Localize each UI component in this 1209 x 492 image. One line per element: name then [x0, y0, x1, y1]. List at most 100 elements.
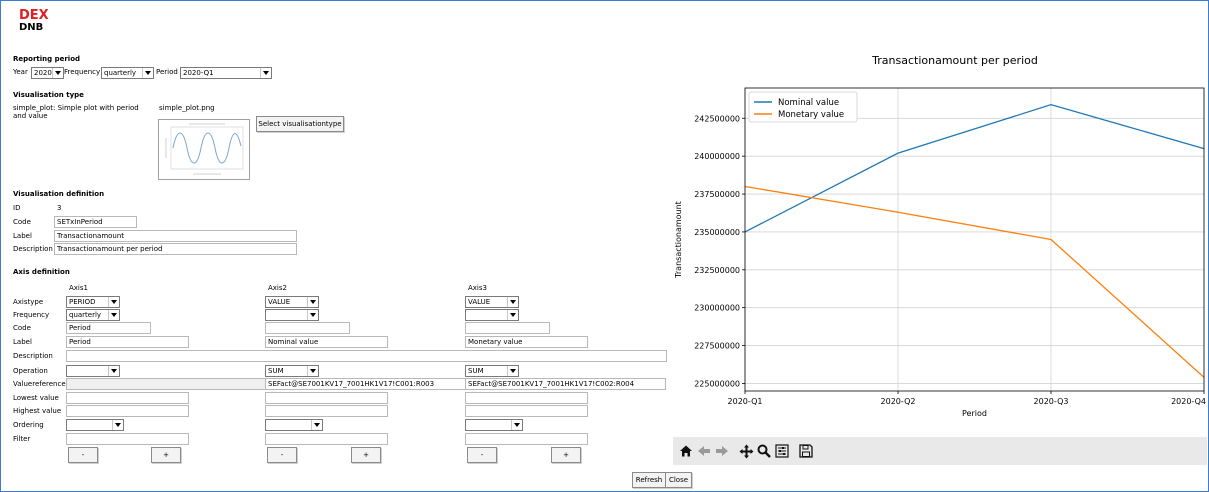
axis3-axistype-select[interactable]: VALUE [465, 296, 519, 308]
axis3-lowest-value-field[interactable] [465, 392, 588, 404]
axis3-label-field[interactable]: Monetary value [465, 336, 588, 348]
y-tick-label: 232500000 [694, 266, 740, 275]
code-row-label: Code [13, 324, 31, 332]
axis1-ordering-select[interactable] [66, 419, 124, 431]
subplots-config-icon[interactable] [773, 442, 791, 460]
sine-plot-icon [165, 123, 244, 175]
y-tick-label: 237500000 [694, 190, 740, 199]
chevron-down-icon [108, 366, 119, 376]
axis1-highest-value-field[interactable] [66, 405, 189, 417]
close-button[interactable]: Close [665, 472, 692, 488]
year-select-value: 2020 [34, 69, 52, 77]
chevron-down-icon [507, 310, 518, 320]
axis1-axistype-select[interactable]: PERIOD [66, 296, 120, 308]
axis1-title: Axis1 [69, 284, 88, 292]
axis2-filter-field[interactable] [265, 433, 388, 445]
id-label: ID [13, 204, 21, 212]
legend-label: Monetary value [778, 110, 844, 120]
label-row-label: Label [13, 338, 32, 346]
description-shared-field[interactable] [66, 350, 667, 362]
code-field[interactable]: SETxInPeriod [54, 216, 137, 228]
select-visualisationtype-button[interactable]: Select visualisationtype [256, 116, 344, 132]
description-row-label: Description [13, 352, 53, 360]
chevron-down-icon [307, 310, 318, 320]
axis2-operation-value: SUM [268, 367, 284, 375]
back-arrow-icon[interactable] [695, 442, 713, 460]
chart-title: Transactionamount per period [871, 54, 1038, 67]
visualisation-thumbnail [158, 119, 250, 180]
y-tick-label: 240000000 [694, 152, 740, 161]
y-tick-label: 225000000 [694, 379, 740, 388]
y-tick-label: 242500000 [694, 114, 740, 123]
chevron-down-icon [52, 68, 63, 78]
axis3-plus-button[interactable]: + [551, 447, 581, 463]
axis1-frequency-select[interactable]: quarterly [66, 309, 120, 321]
line-chart[interactable]: Transactionamount per period 22500000022… [673, 40, 1207, 436]
axis1-label-field[interactable]: Period [66, 336, 189, 348]
x-tick-label: 2020-Q2 [881, 397, 916, 406]
chevron-down-icon [108, 297, 119, 307]
frequency-select[interactable]: quarterly [101, 67, 154, 79]
y-tick-label: 235000000 [694, 228, 740, 237]
axis3-code-field[interactable] [465, 322, 550, 334]
axis3-filter-field[interactable] [465, 433, 588, 445]
y-tick-label: 230000000 [694, 304, 740, 313]
x-tick-label: 2020-Q3 [1034, 397, 1069, 406]
axis3-ordering-select[interactable] [465, 419, 523, 431]
chevron-down-icon [142, 68, 153, 78]
axis3-highest-value-field[interactable] [465, 405, 588, 417]
pan-icon[interactable] [737, 442, 755, 460]
chevron-down-icon [260, 68, 271, 78]
home-icon[interactable] [677, 442, 695, 460]
axis1-code-field[interactable]: Period [66, 322, 151, 334]
save-icon[interactable] [797, 442, 815, 460]
axis2-frequency-select[interactable] [265, 309, 319, 321]
x-tick-label: 2020-Q1 [728, 397, 763, 406]
axis1-minus-button[interactable]: - [68, 447, 98, 463]
axis2-code-field[interactable] [265, 322, 350, 334]
axis2-valuereference-field[interactable]: SEFact@SE7001KV17_7001HK1V17!C001:R003 [265, 378, 466, 390]
axis2-minus-button[interactable]: - [267, 447, 297, 463]
axis1-valuereference-field[interactable] [66, 378, 267, 390]
axis2-title: Axis2 [268, 284, 287, 292]
description-field[interactable]: Transactionamount per period [54, 243, 297, 255]
label-field[interactable]: Transactionamount [54, 230, 297, 242]
axis3-operation-select[interactable]: SUM [465, 365, 519, 377]
y-axis-ticks: 225000000 227500000 230000000 232500000 2350… [694, 114, 745, 388]
series-line-monetary [744, 185, 1205, 378]
axis2-axistype-value: VALUE [268, 298, 291, 306]
visualisation-image-name: simple_plot.png [159, 104, 215, 112]
axis1-filter-field[interactable] [66, 433, 189, 445]
axis2-operation-select[interactable]: SUM [265, 365, 319, 377]
axis1-lowest-value-field[interactable] [66, 392, 189, 404]
period-select-value: 2020-Q1 [183, 69, 214, 77]
axis3-valuereference-field[interactable]: SEFact@SE7001KV17_7001HK1V17!C002:R004 [465, 378, 666, 390]
axis3-operation-value: SUM [468, 367, 484, 375]
zoom-icon[interactable] [755, 442, 773, 460]
period-select[interactable]: 2020-Q1 [180, 67, 272, 79]
ordering-row-label: Ordering [13, 421, 44, 429]
visualisation-type-header: Visualisation type [13, 91, 84, 99]
period-label: Period [156, 68, 178, 76]
axistype-label: Axistype [13, 298, 44, 306]
axis1-plus-button[interactable]: + [151, 447, 181, 463]
axis2-highest-value-field[interactable] [265, 405, 388, 417]
year-select[interactable]: 2020 [31, 67, 64, 79]
chart-grid [744, 88, 1205, 391]
axis1-operation-select[interactable] [66, 365, 120, 377]
axis2-ordering-select[interactable] [265, 419, 323, 431]
axis2-lowest-value-field[interactable] [265, 392, 388, 404]
axis2-plus-button[interactable]: + [351, 447, 381, 463]
axis3-frequency-select[interactable] [465, 309, 519, 321]
visualisation-definition-header: Visualisation definition [13, 190, 105, 198]
refresh-button[interactable]: Refresh [632, 472, 666, 488]
axis3-minus-button[interactable]: - [467, 447, 497, 463]
axis3-axistype-value: VALUE [468, 298, 491, 306]
operation-row-label: Operation [13, 367, 48, 375]
forward-arrow-icon[interactable] [713, 442, 731, 460]
y-tick-label: 227500000 [694, 342, 740, 351]
filter-row-label: Filter [13, 435, 31, 443]
axis2-label-field[interactable]: Nominal value [265, 336, 388, 348]
axis2-axistype-select[interactable]: VALUE [265, 296, 319, 308]
brand-dnb: DNB [19, 22, 44, 33]
